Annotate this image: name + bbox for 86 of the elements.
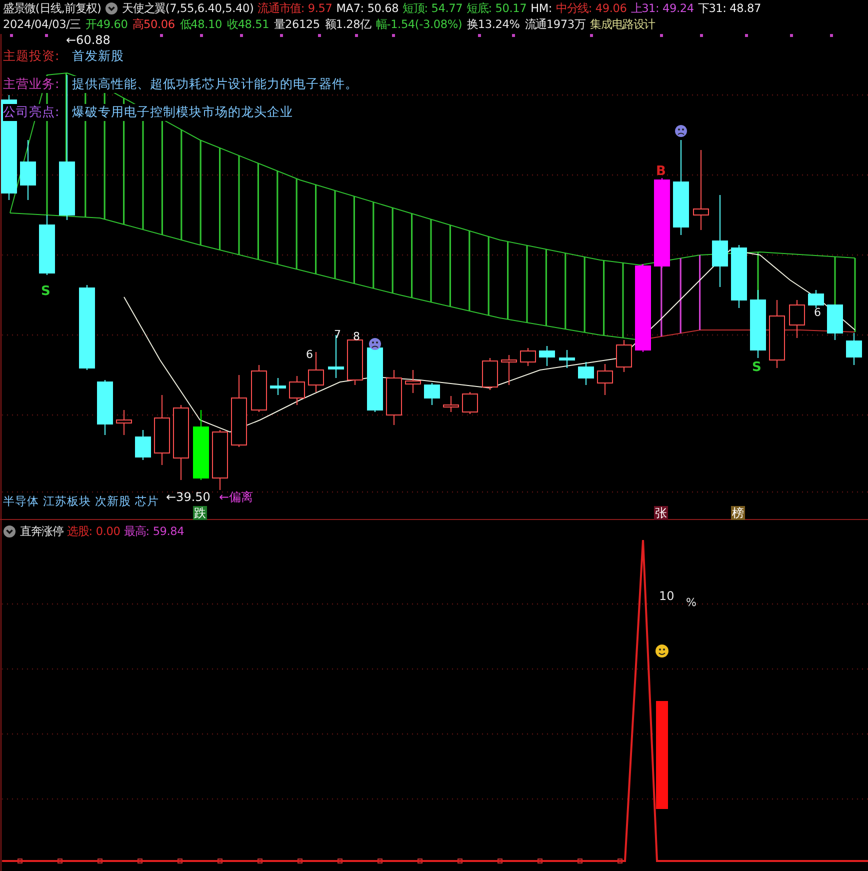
candlestick	[443, 396, 459, 412]
low-price-marker: ←39.50	[166, 490, 210, 504]
sad-face-icon	[675, 125, 687, 137]
quote-value: 量26125	[274, 16, 320, 32]
quote-value: 低48.10	[180, 16, 222, 32]
candlestick	[616, 340, 632, 372]
signal-label: 8	[353, 330, 360, 343]
candlestick	[501, 354, 517, 386]
indicator-value: 最高: 59.84	[124, 524, 184, 538]
signal-label: S	[41, 284, 50, 299]
candlestick	[212, 430, 228, 490]
candlestick	[789, 300, 805, 338]
candlestick	[482, 358, 498, 390]
quote-value: 换13.24%	[467, 16, 520, 32]
sector-tag: 江苏板块	[43, 494, 91, 509]
indicator-value: 下31: 48.87	[698, 0, 762, 16]
indicator-value: 选股: 0.00	[67, 524, 120, 538]
signal-label: 7	[334, 328, 341, 341]
candlestick	[270, 378, 286, 396]
day-badge: 张	[654, 506, 668, 520]
note-text: 爆破专用电子控制模块市场的龙头企业	[72, 104, 293, 121]
candlestick	[846, 332, 862, 366]
stock-title: 盛景微(日线,前复权)	[3, 0, 102, 16]
candlestick	[20, 140, 36, 200]
smiley-icon	[656, 644, 668, 658]
candlestick	[808, 290, 824, 308]
candlestick	[597, 364, 613, 396]
candlestick	[578, 362, 594, 386]
quote-value: 开49.60	[86, 16, 128, 32]
deviation-marker: ←偏离	[219, 489, 254, 506]
candlestick	[750, 290, 766, 358]
signal-label: 6	[306, 348, 313, 361]
quote-value: 幅-1.54(-3.08%)	[376, 16, 462, 32]
candlestick	[154, 394, 170, 466]
candlestick	[731, 244, 747, 308]
candlestick	[289, 376, 305, 406]
note-text: 首发新股	[72, 48, 124, 65]
candlestick	[405, 370, 421, 394]
candlestick	[367, 344, 383, 412]
day-badge: 榜	[731, 506, 745, 520]
sector-tag: 半导体	[3, 494, 39, 509]
quote-date: 2024/04/03/三	[3, 16, 81, 32]
candlestick	[308, 352, 324, 392]
candlestick	[559, 350, 575, 368]
quote-value: 流通1973万	[524, 16, 586, 32]
candlestick	[97, 380, 113, 436]
quote-value: 额1.28亿	[324, 16, 371, 32]
sector-tag: 芯片	[135, 494, 159, 509]
sector-tag: 次新股	[95, 494, 131, 509]
candlestick	[193, 410, 209, 480]
signal-label: S	[752, 360, 762, 375]
candlestick	[116, 410, 132, 436]
note-label: 主营业务:	[3, 76, 60, 93]
indicator-value: 中分线: 49.06	[556, 0, 627, 16]
candlestick	[424, 382, 440, 406]
indicator-value: 上31: 49.24	[630, 0, 694, 16]
indicator-name: 直奔涨停	[20, 524, 64, 538]
dropdown-icon[interactable]	[105, 2, 118, 14]
indicator-value: 流通市值: 9.57	[258, 0, 332, 16]
note-label: 公司亮点:	[3, 104, 60, 121]
indicator-value: MA7: 50.68	[336, 2, 399, 14]
candlestick	[769, 300, 785, 368]
indicator-title: 天使之翼(7,55,6.40,5.40)	[122, 0, 254, 16]
quote-value: 高50.06	[132, 16, 175, 32]
indicator-value: 短顶: 54.77	[402, 0, 463, 16]
note-label: 主题投资:	[3, 48, 60, 65]
value-label: 10	[659, 589, 674, 603]
day-badge: 跌	[193, 506, 207, 520]
high-price-marker: ←60.88	[66, 33, 110, 47]
candlestick	[251, 364, 267, 412]
indicator-value: HM:	[530, 2, 552, 14]
signal-label: 6	[814, 306, 821, 319]
quote-value: 集成电路设计	[590, 16, 655, 32]
sad-face-icon	[369, 338, 381, 350]
candlestick	[539, 346, 555, 366]
candlestick	[827, 304, 843, 340]
signal-label: B	[656, 164, 666, 179]
candlestick	[39, 214, 55, 276]
candlestick	[520, 348, 536, 366]
candlestick	[462, 392, 478, 414]
unit-label: %	[686, 596, 696, 609]
candlestick	[135, 430, 151, 460]
candlestick	[386, 370, 402, 426]
indicator-value: 短底: 50.17	[466, 0, 527, 16]
dropdown-icon[interactable]	[3, 524, 16, 538]
quote-value: 收48.51	[227, 16, 270, 32]
